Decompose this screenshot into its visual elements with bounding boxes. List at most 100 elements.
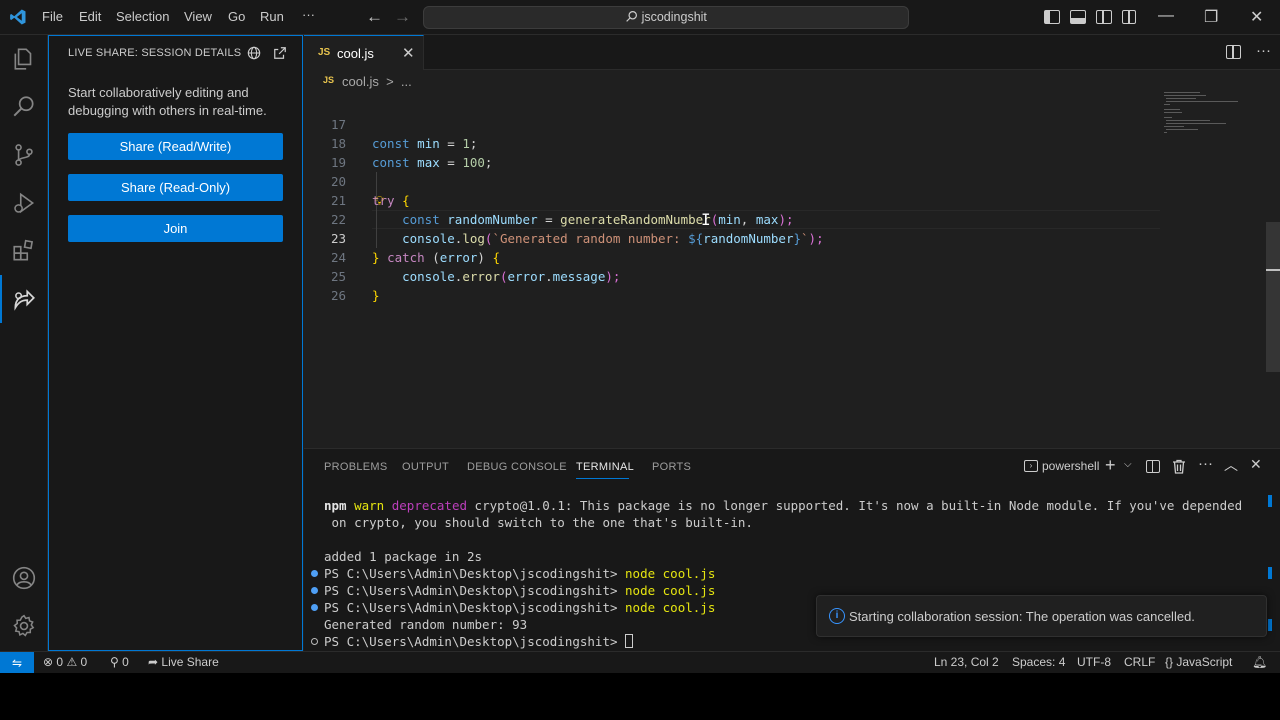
tab-terminal[interactable]: TERMINAL [576,461,634,473]
terminal-line: on crypto, you should switch to the one … [324,515,753,530]
open-external-icon[interactable] [273,46,287,60]
trash-icon[interactable] [1172,459,1186,474]
menu-selection[interactable]: Selection [116,9,169,24]
menu-edit[interactable]: Edit [79,9,101,24]
terminal-text: warn [354,498,385,513]
code-line: 24 console.error(error.message); [304,229,1164,284]
join-button[interactable]: Join [68,215,283,242]
close-panel-icon[interactable]: ✕ [1250,456,1262,473]
terminal-scroll-mark [1268,567,1272,579]
more-actions-icon[interactable]: ··· [1198,455,1213,472]
code-line: 26 [304,267,1164,303]
warning-icon: ⚠ [66,655,78,669]
command-success-dot[interactable] [311,570,318,577]
bracket: } [372,288,380,303]
tab-cool-js[interactable]: JS cool.js ✕ [304,35,424,70]
menu-go[interactable]: Go [228,9,245,24]
ports-count: 0 [122,655,129,669]
close-window-icon[interactable]: ✕ [1250,7,1263,27]
minimize-icon[interactable]: — [1158,7,1174,25]
live-share-icon[interactable] [0,275,48,323]
live-share-status[interactable]: ➦ Live Share [148,655,219,669]
tab-problems[interactable]: PROBLEMS [324,461,388,473]
line-number: 26 [330,288,346,303]
javascript-file-icon: JS [318,47,331,58]
search-icon[interactable] [0,83,48,131]
menu-view[interactable]: View [184,9,212,24]
terminal-line: PS C:\Users\Admin\Desktop\jscodingshit> … [324,599,715,616]
command-success-dot[interactable] [311,587,318,594]
ports-status[interactable]: ⚲ 0 [110,655,129,669]
line-endings[interactable]: CRLF [1124,655,1155,669]
minimap[interactable] [1162,92,1262,142]
globe-icon[interactable] [247,46,261,60]
toggle-secondary-sidebar-icon[interactable] [1096,10,1112,24]
tab-ports[interactable]: PORTS [652,461,691,473]
error-count: 0 [56,655,64,669]
terminal-line[interactable]: PS C:\Users\Admin\Desktop\jscodingshit> [324,633,634,650]
terminal-line: PS C:\Users\Admin\Desktop\jscodingshit> … [324,582,715,599]
live-share-icon: ➦ [148,655,159,669]
code-editor[interactable]: 17 const min = 1; 18 const max = 100; 19… [304,92,1280,446]
toggle-panel-icon[interactable] [1070,10,1086,24]
terminal-line: added 1 package in 2s [324,549,483,564]
notification-toast[interactable]: i Starting collaboration session: The op… [816,595,1267,637]
split-editor-icon[interactable] [1226,45,1241,59]
indentation[interactable]: Spaces: 4 [1012,655,1065,669]
share-read-only-button[interactable]: Share (Read-Only) [68,174,283,201]
breadcrumb: JS cool.js > ... [304,70,1280,92]
cursor-position[interactable]: Ln 23, Col 2 [934,655,999,669]
terminal-icon: › [1024,460,1038,472]
source-control-icon[interactable] [0,131,48,179]
vscode-logo-icon [10,9,26,25]
tab-label: cool.js [337,46,374,61]
code-line: 22 console.log(`Generated random number:… [304,191,1164,246]
file-encoding[interactable]: UTF-8 [1077,655,1111,669]
activity-bar [0,35,48,651]
menu-run[interactable]: Run [260,9,284,24]
chevron-down-icon[interactable]: ⌵ [1124,459,1132,470]
command-success-dot[interactable] [311,604,318,611]
lightbulb-icon[interactable]: 💡︎ [375,193,384,209]
command-center-search[interactable]: jscodingshit [423,6,909,29]
search-icon [626,11,638,22]
run-debug-icon[interactable] [0,179,48,227]
screen-bottom-bar [0,673,1280,720]
breadcrumb-file[interactable]: cool.js > ... [342,74,412,89]
problems-status[interactable]: ⊗ 0 ⚠ 0 [43,655,87,669]
customize-layout-icon[interactable] [1122,10,1136,24]
forward-arrow-icon[interactable]: → [394,7,411,27]
toggle-primary-sidebar-icon[interactable] [1044,10,1060,24]
text-cursor-icon: I [701,210,711,229]
editor-scrollbar[interactable] [1266,222,1280,372]
editor-tab-bar: JS cool.js ✕ ··· [304,35,1280,70]
antenna-icon: ⚲ [110,655,119,669]
code-line: 20 try { [304,153,1164,208]
restore-icon[interactable]: ❐ [1204,7,1218,27]
code-line: 18 const max = 100; [304,115,1164,170]
terminal-line: npm warn deprecated crypto@1.0.1: This p… [324,497,1242,514]
extensions-icon[interactable] [0,227,48,275]
language-mode[interactable]: {} JavaScript [1165,655,1232,669]
terminal-command: node cool.js [625,566,716,581]
menu-file[interactable]: File [42,9,63,24]
remote-indicator-icon[interactable]: ⇋ [0,652,34,674]
terminal-shell-name[interactable]: powershell [1042,459,1099,473]
split-terminal-icon[interactable] [1146,460,1160,473]
maximize-panel-icon[interactable]: ︿ [1224,455,1238,475]
new-terminal-icon[interactable]: + [1105,455,1116,476]
back-arrow-icon[interactable]: ← [366,7,383,27]
settings-gear-icon[interactable] [0,602,48,650]
tab-output[interactable]: OUTPUT [402,461,449,473]
tab-debug-console[interactable]: DEBUG CONSOLE [467,461,567,473]
menu-more[interactable]: ··· [302,7,315,22]
explorer-icon[interactable] [0,35,48,83]
accounts-icon[interactable] [0,554,48,602]
close-tab-icon[interactable]: ✕ [402,44,415,62]
more-actions-icon[interactable]: ··· [1256,42,1271,59]
sidebar-title: LIVE SHARE: SESSION DETAILS [68,47,242,59]
command-pending-dot [311,638,318,645]
terminal-prompt: PS C:\Users\Admin\Desktop\jscodingshit> [324,583,626,598]
notifications-bell-icon[interactable]: 🔔︎ [1252,655,1267,669]
share-read-write-button[interactable]: Share (Read/Write) [68,133,283,160]
